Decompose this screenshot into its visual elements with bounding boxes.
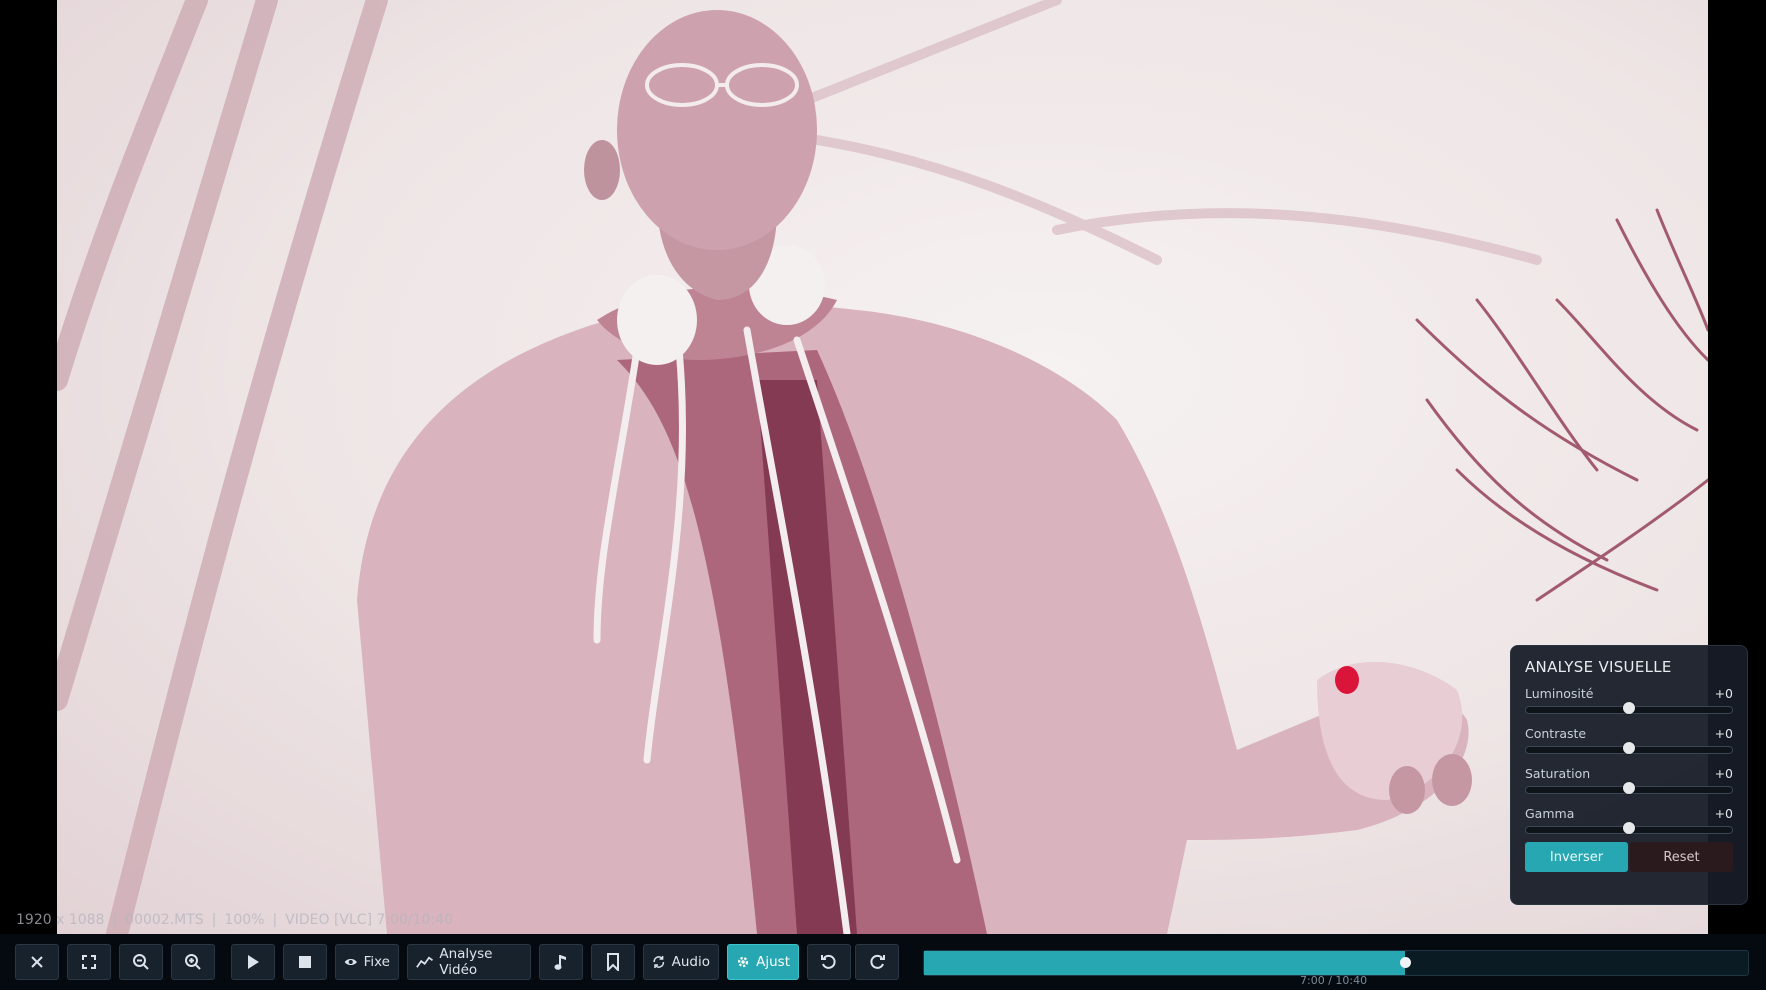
brightness-label: Luminosité <box>1525 686 1594 701</box>
gear-icon <box>737 956 749 968</box>
panel-title: ANALYSE VISUELLE <box>1525 658 1672 676</box>
time-label: 7:00 / 10:40 <box>1300 974 1368 987</box>
brightness-control: Luminosité +0 <box>1525 682 1733 722</box>
chart-icon <box>416 956 433 968</box>
play-button[interactable] <box>231 944 275 980</box>
player-window: 1920 x 1088 | 00002.MTS | 100% | VIDEO [VLC] 7… <box>0 0 1766 990</box>
close-button[interactable] <box>15 944 59 980</box>
gamma-control: Gamma +0 <box>1525 802 1733 842</box>
contrast-control: Contraste +0 <box>1525 722 1733 762</box>
gamma-slider-thumb[interactable] <box>1623 822 1635 834</box>
contrast-value: +0 <box>1714 726 1733 741</box>
contrast-slider-thumb[interactable] <box>1623 742 1635 754</box>
mode-text: VIDEO [VLC] 7:00/10:40 <box>285 912 453 928</box>
rotate-right-icon <box>870 954 885 969</box>
gamma-value: +0 <box>1714 806 1733 821</box>
brightness-slider-thumb[interactable] <box>1623 702 1635 714</box>
video-image <box>57 0 1708 934</box>
zoom-out-button[interactable] <box>119 944 163 980</box>
fixe-button[interactable]: Fixe <box>335 944 399 980</box>
zoom-in-icon <box>185 954 201 970</box>
status-line: 1920 x 1088 | 00002.MTS | 100% | VIDEO [VLC] 7… <box>16 912 453 928</box>
analyse-video-button[interactable]: Analyse Vidéo <box>407 944 531 980</box>
zoom-in-button[interactable] <box>171 944 215 980</box>
filename-text: 00002.MTS <box>125 912 204 928</box>
ajust-label: Ajust <box>756 954 790 970</box>
eye-icon <box>344 958 357 966</box>
ajust-button[interactable]: Ajust <box>727 944 799 980</box>
fullscreen-icon <box>82 955 96 969</box>
saturation-label: Saturation <box>1525 766 1591 781</box>
panel-buttons: Inverser Reset <box>1525 842 1733 872</box>
zoom-text: 100% <box>224 912 265 928</box>
fullscreen-button[interactable] <box>67 944 111 980</box>
saturation-control: Saturation +0 <box>1525 762 1733 802</box>
stop-icon <box>299 956 311 968</box>
analyse-video-label: Analyse Vidéo <box>439 946 493 978</box>
zoom-out-icon <box>133 954 149 970</box>
music-button[interactable] <box>539 944 583 980</box>
gamma-label: Gamma <box>1525 806 1575 821</box>
bookmark-button[interactable] <box>591 944 635 980</box>
music-note-icon <box>554 955 566 970</box>
sync-icon <box>653 955 665 969</box>
audio-label: Audio <box>671 954 710 970</box>
invert-button[interactable]: Inverser <box>1525 842 1628 872</box>
reset-button[interactable]: Reset <box>1630 842 1733 872</box>
resolution-text: 1920 x 1088 <box>16 912 105 928</box>
seek-bar[interactable] <box>923 950 1749 976</box>
rotate-left-icon <box>821 954 836 969</box>
rotate-left-button[interactable] <box>807 944 851 980</box>
stop-button[interactable] <box>283 944 327 980</box>
seek-bar-fill <box>924 951 1405 975</box>
seek-bar-knob[interactable] <box>1399 957 1411 968</box>
contrast-label: Contraste <box>1525 726 1587 741</box>
fixe-label: Fixe <box>363 954 390 970</box>
play-icon <box>248 955 259 969</box>
bookmark-icon <box>607 953 619 971</box>
audio-button[interactable]: Audio <box>643 944 719 980</box>
close-icon <box>31 956 43 968</box>
saturation-value: +0 <box>1714 766 1733 781</box>
saturation-slider-thumb[interactable] <box>1623 782 1635 794</box>
video-frame[interactable] <box>57 0 1708 934</box>
visual-analysis-panel: ANALYSE VISUELLE Luminosité +0 Contraste… <box>1510 645 1748 905</box>
rotate-right-button[interactable] <box>855 944 899 980</box>
brightness-value: +0 <box>1714 686 1733 701</box>
